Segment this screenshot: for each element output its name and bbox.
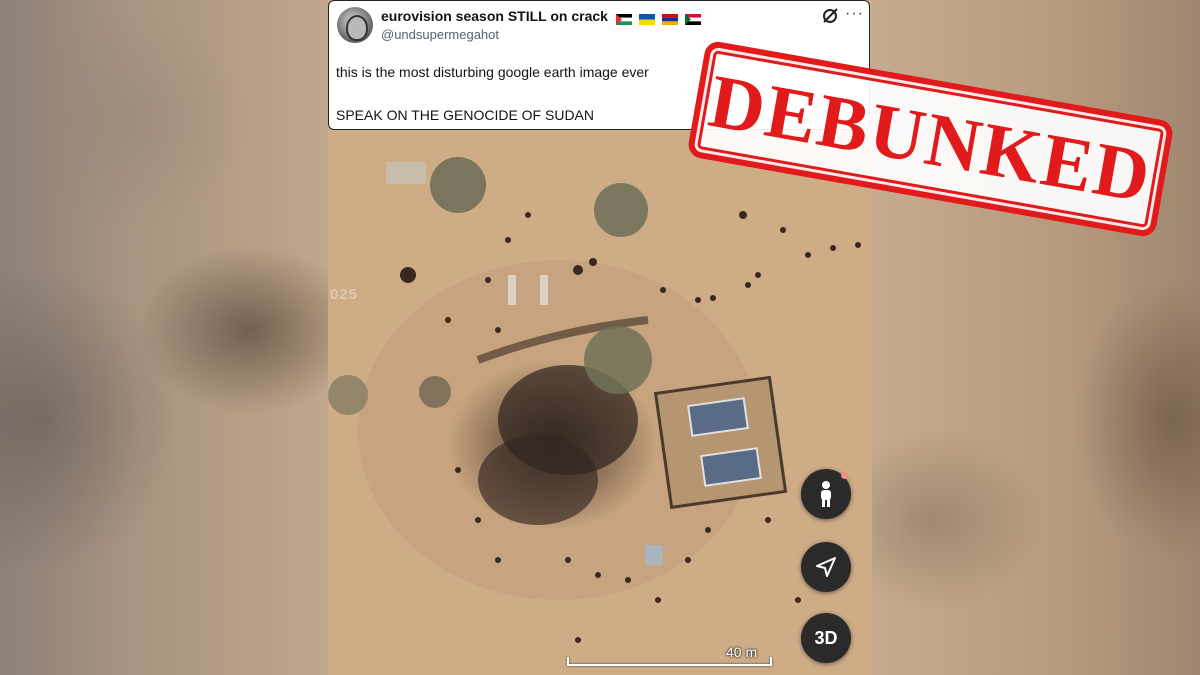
- navigation-arrow-icon: [816, 557, 836, 577]
- tweet-handle[interactable]: @undsupermegahot: [381, 27, 499, 42]
- street-view-button[interactable]: [801, 469, 851, 519]
- avatar[interactable]: [337, 7, 373, 43]
- tweet-text-line1: this is the most disturbing google earth…: [336, 64, 649, 80]
- tweet-text-line2: SPEAK ON THE GENOCIDE OF SUDAN: [336, 107, 595, 123]
- pegman-icon: [821, 481, 831, 507]
- palestine-flag-icon: [615, 13, 632, 25]
- display-name-text: eurovision season STILL on crack: [381, 8, 608, 24]
- 3d-toggle-button[interactable]: 3D: [801, 613, 851, 663]
- my-location-button[interactable]: [801, 542, 851, 592]
- ukraine-flag-icon: [638, 13, 655, 25]
- armenia-flag-icon: [661, 13, 678, 25]
- blurred-background-left: [0, 0, 328, 675]
- sudan-flag-icon: [684, 13, 701, 25]
- flag-emoji-group: [615, 10, 704, 26]
- grok-icon[interactable]: [821, 7, 839, 25]
- more-options-icon[interactable]: ···: [845, 6, 865, 24]
- map-watermark: 025: [330, 286, 359, 303]
- tweet-display-name[interactable]: eurovision season STILL on crack: [381, 8, 704, 26]
- notification-dot: [841, 472, 848, 479]
- map-scale-label: 40 m: [726, 644, 758, 660]
